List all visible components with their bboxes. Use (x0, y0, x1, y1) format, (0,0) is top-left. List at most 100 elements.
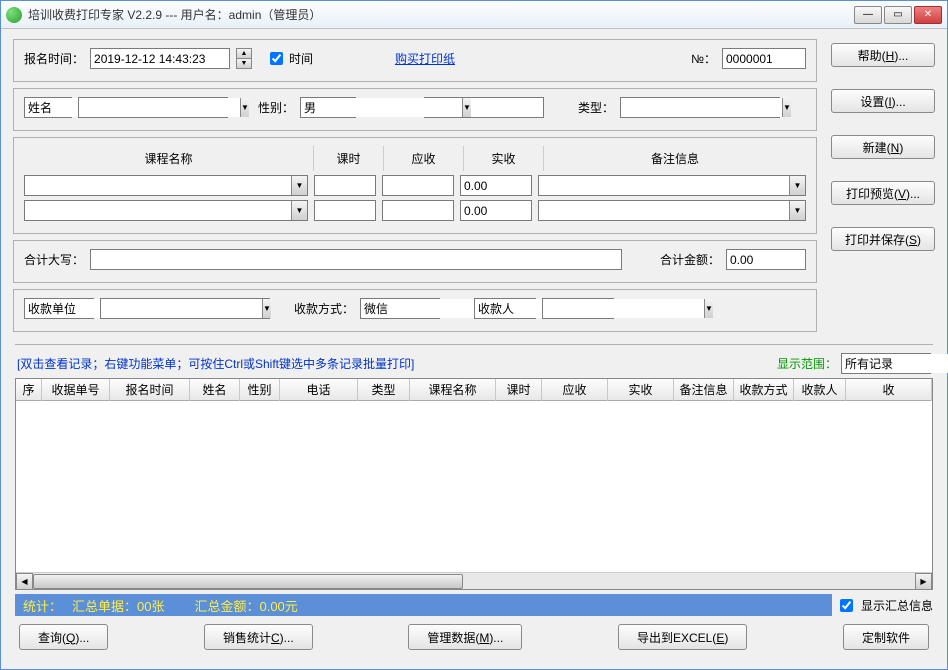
dropdown-icon[interactable]: ▼ (462, 98, 471, 117)
payee-unit-input[interactable] (101, 299, 262, 318)
sales-stats-button[interactable]: 销售统计C)... (204, 624, 313, 650)
payee-label-combo[interactable]: ▼ (474, 298, 536, 319)
manage-data-button[interactable]: 管理数据(M)... (408, 624, 522, 650)
gcol-gender[interactable]: 性别 (240, 379, 280, 401)
total-amt-input[interactable] (726, 249, 806, 270)
person-panel: ▼ ▼ 性别： ▼ 电话： 类型： ▼ (13, 88, 817, 131)
registration-panel: 报名时间： ▲▼ 时间 购买打印纸 №： (13, 39, 817, 82)
payee-unit-combo[interactable]: ▼ (100, 298, 270, 319)
name-input[interactable] (79, 98, 240, 117)
gender-input[interactable] (301, 98, 462, 117)
titlebar: 培训收费打印专家 V2.2.9 --- 用户名：admin（管理员） — ▭ ✕ (1, 1, 947, 29)
spin-up-icon[interactable]: ▲ (237, 49, 251, 59)
course-headers: 课程名称 课时 应收 实收 备注信息 (24, 146, 806, 171)
spin-down-icon[interactable]: ▼ (237, 59, 251, 68)
gcol-due[interactable]: 应收 (542, 379, 608, 401)
stats-amount: 汇总金额：0.00元 (194, 596, 297, 615)
regtime-label: 报名时间： (24, 50, 84, 67)
gcol-paid[interactable]: 实收 (608, 379, 674, 401)
window-title: 培训收费打印专家 V2.2.9 --- 用户名：admin（管理员） (28, 6, 854, 23)
paid1-input[interactable] (460, 175, 532, 196)
course2-combo[interactable]: ▼ (24, 200, 308, 221)
gcol-regtime[interactable]: 报名时间 (110, 379, 190, 401)
export-excel-button[interactable]: 导出到EXCEL(E) (618, 624, 747, 650)
stats-bar: 统计： 汇总单据：00张 汇总金额：0.00元 (15, 594, 832, 616)
help-button[interactable]: 帮助(H)... (831, 43, 935, 67)
gcol-seq[interactable]: 序 (16, 379, 42, 401)
buy-paper-link[interactable]: 购买打印纸 (395, 50, 455, 67)
custom-software-button[interactable]: 定制软件 (843, 624, 929, 650)
gcol-phone[interactable]: 电话 (280, 379, 358, 401)
col-paid: 实收 (464, 146, 544, 171)
gcol-type[interactable]: 类型 (358, 379, 410, 401)
gcol-extra[interactable]: 收 (846, 379, 932, 401)
settings-button[interactable]: 设置(I)... (831, 89, 935, 113)
gender-label: 性别： (258, 99, 294, 116)
payee-unit-label-combo[interactable]: ▼ (24, 298, 94, 319)
name-combo[interactable]: ▼ (78, 97, 228, 118)
gender-combo[interactable]: ▼ (300, 97, 356, 118)
type-input[interactable] (621, 98, 782, 117)
gcol-payee[interactable]: 收款人 (794, 379, 846, 401)
new-button[interactable]: 新建(N) (831, 135, 935, 159)
name-label-combo[interactable]: ▼ (24, 97, 72, 118)
col-course: 课程名称 (24, 146, 314, 171)
scroll-track[interactable] (33, 573, 915, 590)
minimize-button[interactable]: — (854, 6, 882, 24)
payee-input[interactable] (543, 299, 704, 318)
paid2-input[interactable] (460, 200, 532, 221)
dropdown-icon[interactable]: ▼ (240, 98, 249, 117)
regtime-input[interactable] (90, 48, 230, 69)
print-preview-button[interactable]: 打印预览(V)... (831, 181, 935, 205)
dropdown-icon[interactable]: ▼ (262, 299, 271, 318)
no-label: №： (691, 50, 716, 67)
dropdown-icon[interactable]: ▼ (291, 176, 307, 195)
payment-panel: ▼ ▼ 收款方式： ▼ ▼ ▼ 缴费人签字： (13, 289, 817, 332)
close-button[interactable]: ✕ (914, 6, 942, 24)
grid-header: 序 收据单号 报名时间 姓名 性别 电话 类型 课程名称 课时 应收 实收 备注… (16, 379, 932, 401)
course2-input[interactable] (25, 201, 291, 220)
remark2-input[interactable] (539, 201, 789, 220)
horizontal-scrollbar[interactable]: ◀ ▶ (16, 572, 932, 589)
dropdown-icon[interactable]: ▼ (789, 176, 805, 195)
dropdown-icon[interactable]: ▼ (291, 201, 307, 220)
due2-input[interactable] (382, 200, 454, 221)
gcol-name[interactable]: 姓名 (190, 379, 240, 401)
pay-method-combo[interactable]: ▼ (360, 298, 440, 319)
type-combo[interactable]: ▼ (620, 97, 780, 118)
query-button[interactable]: 查询(Q)... (19, 624, 108, 650)
gcol-remark[interactable]: 备注信息 (674, 379, 734, 401)
gcol-course[interactable]: 课程名称 (410, 379, 496, 401)
hours2-input[interactable] (314, 200, 376, 221)
remark1-input[interactable] (539, 176, 789, 195)
gcol-receipt[interactable]: 收据单号 (42, 379, 110, 401)
no-input[interactable] (722, 48, 806, 69)
print-save-button[interactable]: 打印并保存(S) (831, 227, 935, 251)
scope-combo[interactable]: ▼ (841, 353, 931, 374)
dropdown-icon[interactable]: ▼ (704, 299, 713, 318)
gcol-hours[interactable]: 课时 (496, 379, 542, 401)
dropdown-icon[interactable]: ▼ (782, 98, 791, 117)
col-due: 应收 (384, 146, 464, 171)
records-grid[interactable]: 序 收据单号 报名时间 姓名 性别 电话 类型 课程名称 课时 应收 实收 备注… (15, 378, 933, 590)
hours1-input[interactable] (314, 175, 376, 196)
show-summary-checkbox[interactable] (840, 599, 853, 612)
time-checkbox-label: 时间 (289, 50, 313, 67)
course1-input[interactable] (25, 176, 291, 195)
bottom-toolbar: 查询(Q)... 销售统计C)... 管理数据(M)... 导出到EXCEL(E… (1, 616, 947, 658)
maximize-button[interactable]: ▭ (884, 6, 912, 24)
due1-input[interactable] (382, 175, 454, 196)
scroll-right-icon[interactable]: ▶ (915, 573, 932, 590)
scroll-thumb[interactable] (33, 574, 463, 589)
time-checkbox[interactable] (270, 52, 283, 65)
dropdown-icon[interactable]: ▼ (789, 201, 805, 220)
payee-combo[interactable]: ▼ (542, 298, 614, 319)
remark2-combo[interactable]: ▼ (538, 200, 806, 221)
regtime-spinner[interactable]: ▲▼ (236, 48, 252, 69)
remark1-combo[interactable]: ▼ (538, 175, 806, 196)
scope-input[interactable] (842, 354, 948, 373)
scroll-left-icon[interactable]: ◀ (16, 573, 33, 590)
course1-combo[interactable]: ▼ (24, 175, 308, 196)
gcol-paymethod[interactable]: 收款方式 (734, 379, 794, 401)
total-cn-input[interactable] (90, 249, 622, 270)
